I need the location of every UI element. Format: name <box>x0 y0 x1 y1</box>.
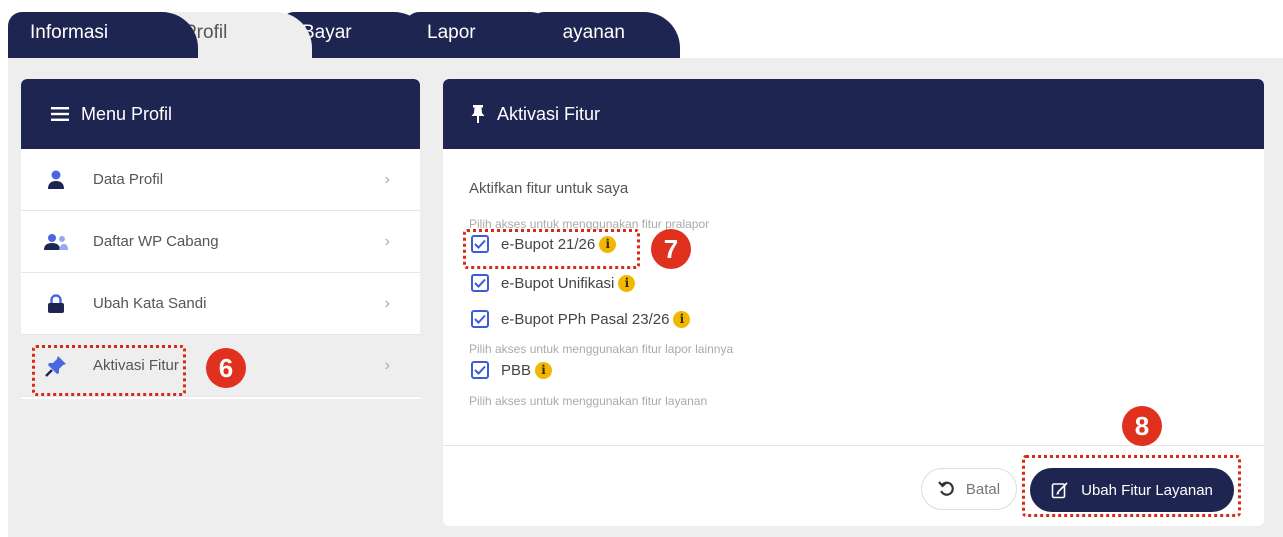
panel-title: Aktivasi Fitur <box>497 103 601 124</box>
menu-item-label: Daftar WP Cabang <box>93 233 219 250</box>
menu-item-label: Ubah Kata Sandi <box>93 295 207 312</box>
users-icon <box>43 231 69 253</box>
feature-row-ebupot-pph-2326: e-Bupot PPh Pasal 23/26 i <box>471 310 691 328</box>
feature-label: PBB <box>501 361 532 379</box>
lock-icon <box>43 293 69 315</box>
hamburger-icon <box>51 107 69 121</box>
menu-header: Menu Profil <box>21 79 420 149</box>
undo-icon <box>938 480 956 498</box>
tab-label: Lapor <box>427 22 476 43</box>
panel-subtitle: Aktifkan fitur untuk saya <box>469 180 629 197</box>
panel-header: Aktivasi Fitur <box>443 79 1264 149</box>
annotation-box-aktivasi-fitur <box>32 345 186 396</box>
info-icon[interactable]: i <box>673 310 691 328</box>
info-icon[interactable]: i <box>618 274 636 292</box>
tab-label: Informasi <box>30 22 109 43</box>
menu-item-label: Data Profil <box>93 171 164 188</box>
feature-label: e-Bupot PPh Pasal 23/26 <box>501 310 670 328</box>
annotation-badge-8: 8 <box>1122 406 1162 446</box>
cancel-label: Batal <box>965 480 1001 498</box>
tab-informasi[interactable]: Informasi <box>8 12 198 58</box>
info-icon[interactable]: i <box>535 361 553 379</box>
chevron-right-icon: › <box>384 356 390 374</box>
chevron-right-icon: › <box>384 170 390 188</box>
annotation-box-ebupot-2126 <box>463 229 640 269</box>
checkbox-checked-icon[interactable] <box>471 310 489 328</box>
chevron-right-icon: › <box>384 294 390 312</box>
checkbox-checked-icon[interactable] <box>471 274 489 292</box>
annotation-box-ubah-fitur <box>1022 455 1241 517</box>
top-tab-bar: Layanan Lapor Bayar Profil Informasi <box>0 0 1283 58</box>
feature-label: e-Bupot Unifikasi <box>501 274 615 292</box>
thumbtack-icon <box>471 105 485 123</box>
group-label-lapor: Pilih akses untuk menggunakan fitur lapo… <box>469 342 734 356</box>
menu-item-data-profil[interactable]: Data Profil › <box>21 149 420 211</box>
feature-row-pbb: PBB i <box>471 361 553 379</box>
menu-item-daftar-wp-cabang[interactable]: Daftar WP Cabang › <box>21 211 420 273</box>
menu-item-ubah-kata-sandi[interactable]: Ubah Kata Sandi › <box>21 273 420 335</box>
chevron-right-icon: › <box>384 232 390 250</box>
annotation-badge-6: 6 <box>206 348 246 388</box>
user-icon <box>43 169 69 191</box>
menu-title: Menu Profil <box>81 103 173 124</box>
cancel-button[interactable]: Batal <box>921 468 1017 510</box>
feature-row-ebupot-unifikasi: e-Bupot Unifikasi i <box>471 274 636 292</box>
panel-body: Aktifkan fitur untuk saya Pilih akses un… <box>443 149 1264 445</box>
checkbox-checked-icon[interactable] <box>471 361 489 379</box>
annotation-badge-7: 7 <box>651 229 691 269</box>
group-label-layanan: Pilih akses untuk menggunakan fitur laya… <box>469 394 708 408</box>
